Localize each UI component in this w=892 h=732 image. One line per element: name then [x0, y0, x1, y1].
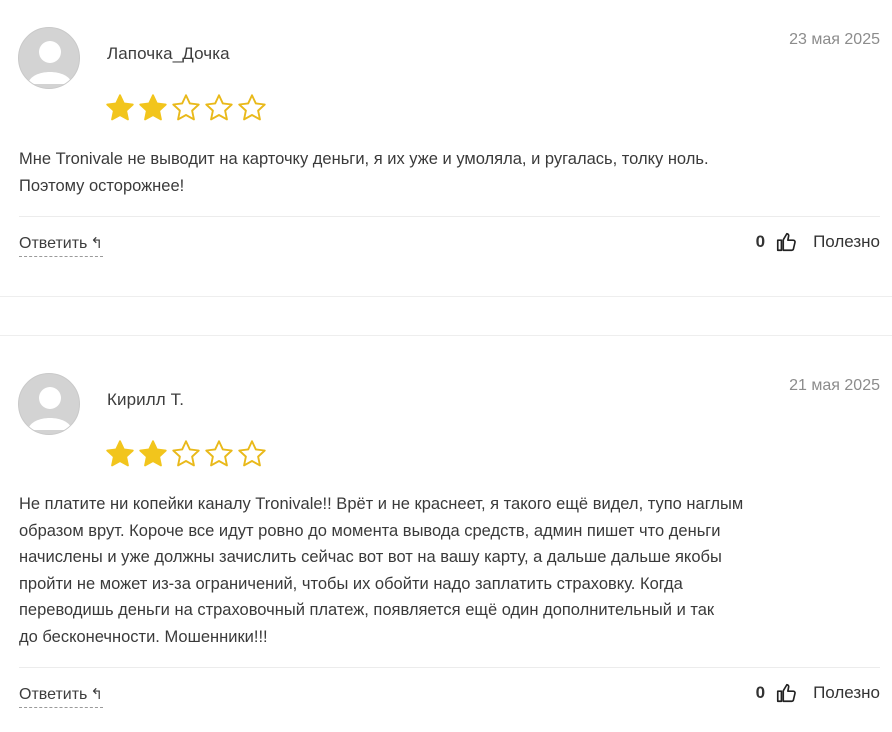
thumbs-up-icon[interactable]: [775, 231, 797, 253]
reviews-page: Лапочка_Дочка 23 мая 2025 Мне Tronivale …: [0, 0, 892, 732]
star-filled-icon: [106, 440, 134, 467]
review-card: Кирилл Т. 21 мая 2025 Не платите ни копе…: [0, 346, 892, 732]
review-text-line: начислены и уже должны зачислить сейчас …: [19, 548, 722, 566]
star-empty-icon: [172, 440, 200, 467]
review-date: 21 мая 2025: [789, 377, 880, 394]
avatar: [18, 373, 80, 435]
review-text: Мне Tronivale не выводит на карточку ден…: [19, 146, 881, 199]
reply-arrow-icon: ↰: [90, 686, 103, 703]
star-empty-icon: [205, 440, 233, 467]
star-filled-icon: [106, 94, 134, 121]
reply-button[interactable]: Ответить ↰: [19, 234, 103, 257]
review-text-line: до бесконечности. Мошенники!!!: [19, 627, 268, 646]
reply-label: Ответить: [19, 235, 88, 252]
review-text-line: переводишь деньги на страховочный платеж…: [19, 601, 715, 619]
review-author: Лапочка_Дочка: [107, 44, 230, 63]
review-text-line: пройти не может из-за ограничений, чтобы…: [19, 574, 683, 593]
section-separator: [0, 335, 892, 336]
star-empty-icon: [172, 94, 200, 121]
reply-arrow-icon: ↰: [90, 235, 103, 252]
reply-button[interactable]: Ответить ↰: [19, 685, 103, 708]
useful-vote: 0 Полезно: [756, 231, 880, 253]
review-text: Не платите ни копейки каналу Tronivale!!…: [19, 491, 881, 650]
review-text-line: Поэтому осторожнее!: [19, 176, 185, 195]
useful-count: 0: [755, 683, 766, 702]
divider: [19, 667, 880, 668]
useful-vote: 0 Полезно: [756, 682, 880, 704]
divider: [19, 216, 880, 217]
avatar: [18, 27, 80, 89]
useful-count: 0: [755, 232, 766, 251]
star-rating: [105, 93, 267, 123]
review-card: Лапочка_Дочка 23 мая 2025 Мне Tronivale …: [0, 0, 892, 296]
review-text-line: Мне Tronivale не выводит на карточку ден…: [19, 150, 709, 168]
reply-label: Ответить: [19, 686, 88, 703]
star-empty-icon: [205, 94, 233, 121]
thumbs-up-icon[interactable]: [775, 682, 797, 704]
star-empty-icon: [238, 440, 266, 467]
useful-button[interactable]: Полезно: [813, 683, 880, 703]
star-rating: [105, 439, 267, 469]
star-empty-icon: [238, 94, 266, 121]
user-silhouette-icon: [28, 41, 72, 84]
review-date: 23 мая 2025: [789, 31, 880, 48]
useful-button[interactable]: Полезно: [813, 232, 880, 252]
review-text-line: образом врут. Короче все идут ровно до м…: [19, 521, 721, 540]
section-separator: [0, 296, 892, 297]
star-filled-icon: [139, 94, 167, 121]
user-silhouette-icon: [28, 387, 72, 430]
review-text-line: Не платите ни копейки каналу Tronivale!!…: [19, 495, 744, 513]
star-filled-icon: [139, 440, 167, 467]
review-author: Кирилл Т.: [107, 390, 185, 409]
